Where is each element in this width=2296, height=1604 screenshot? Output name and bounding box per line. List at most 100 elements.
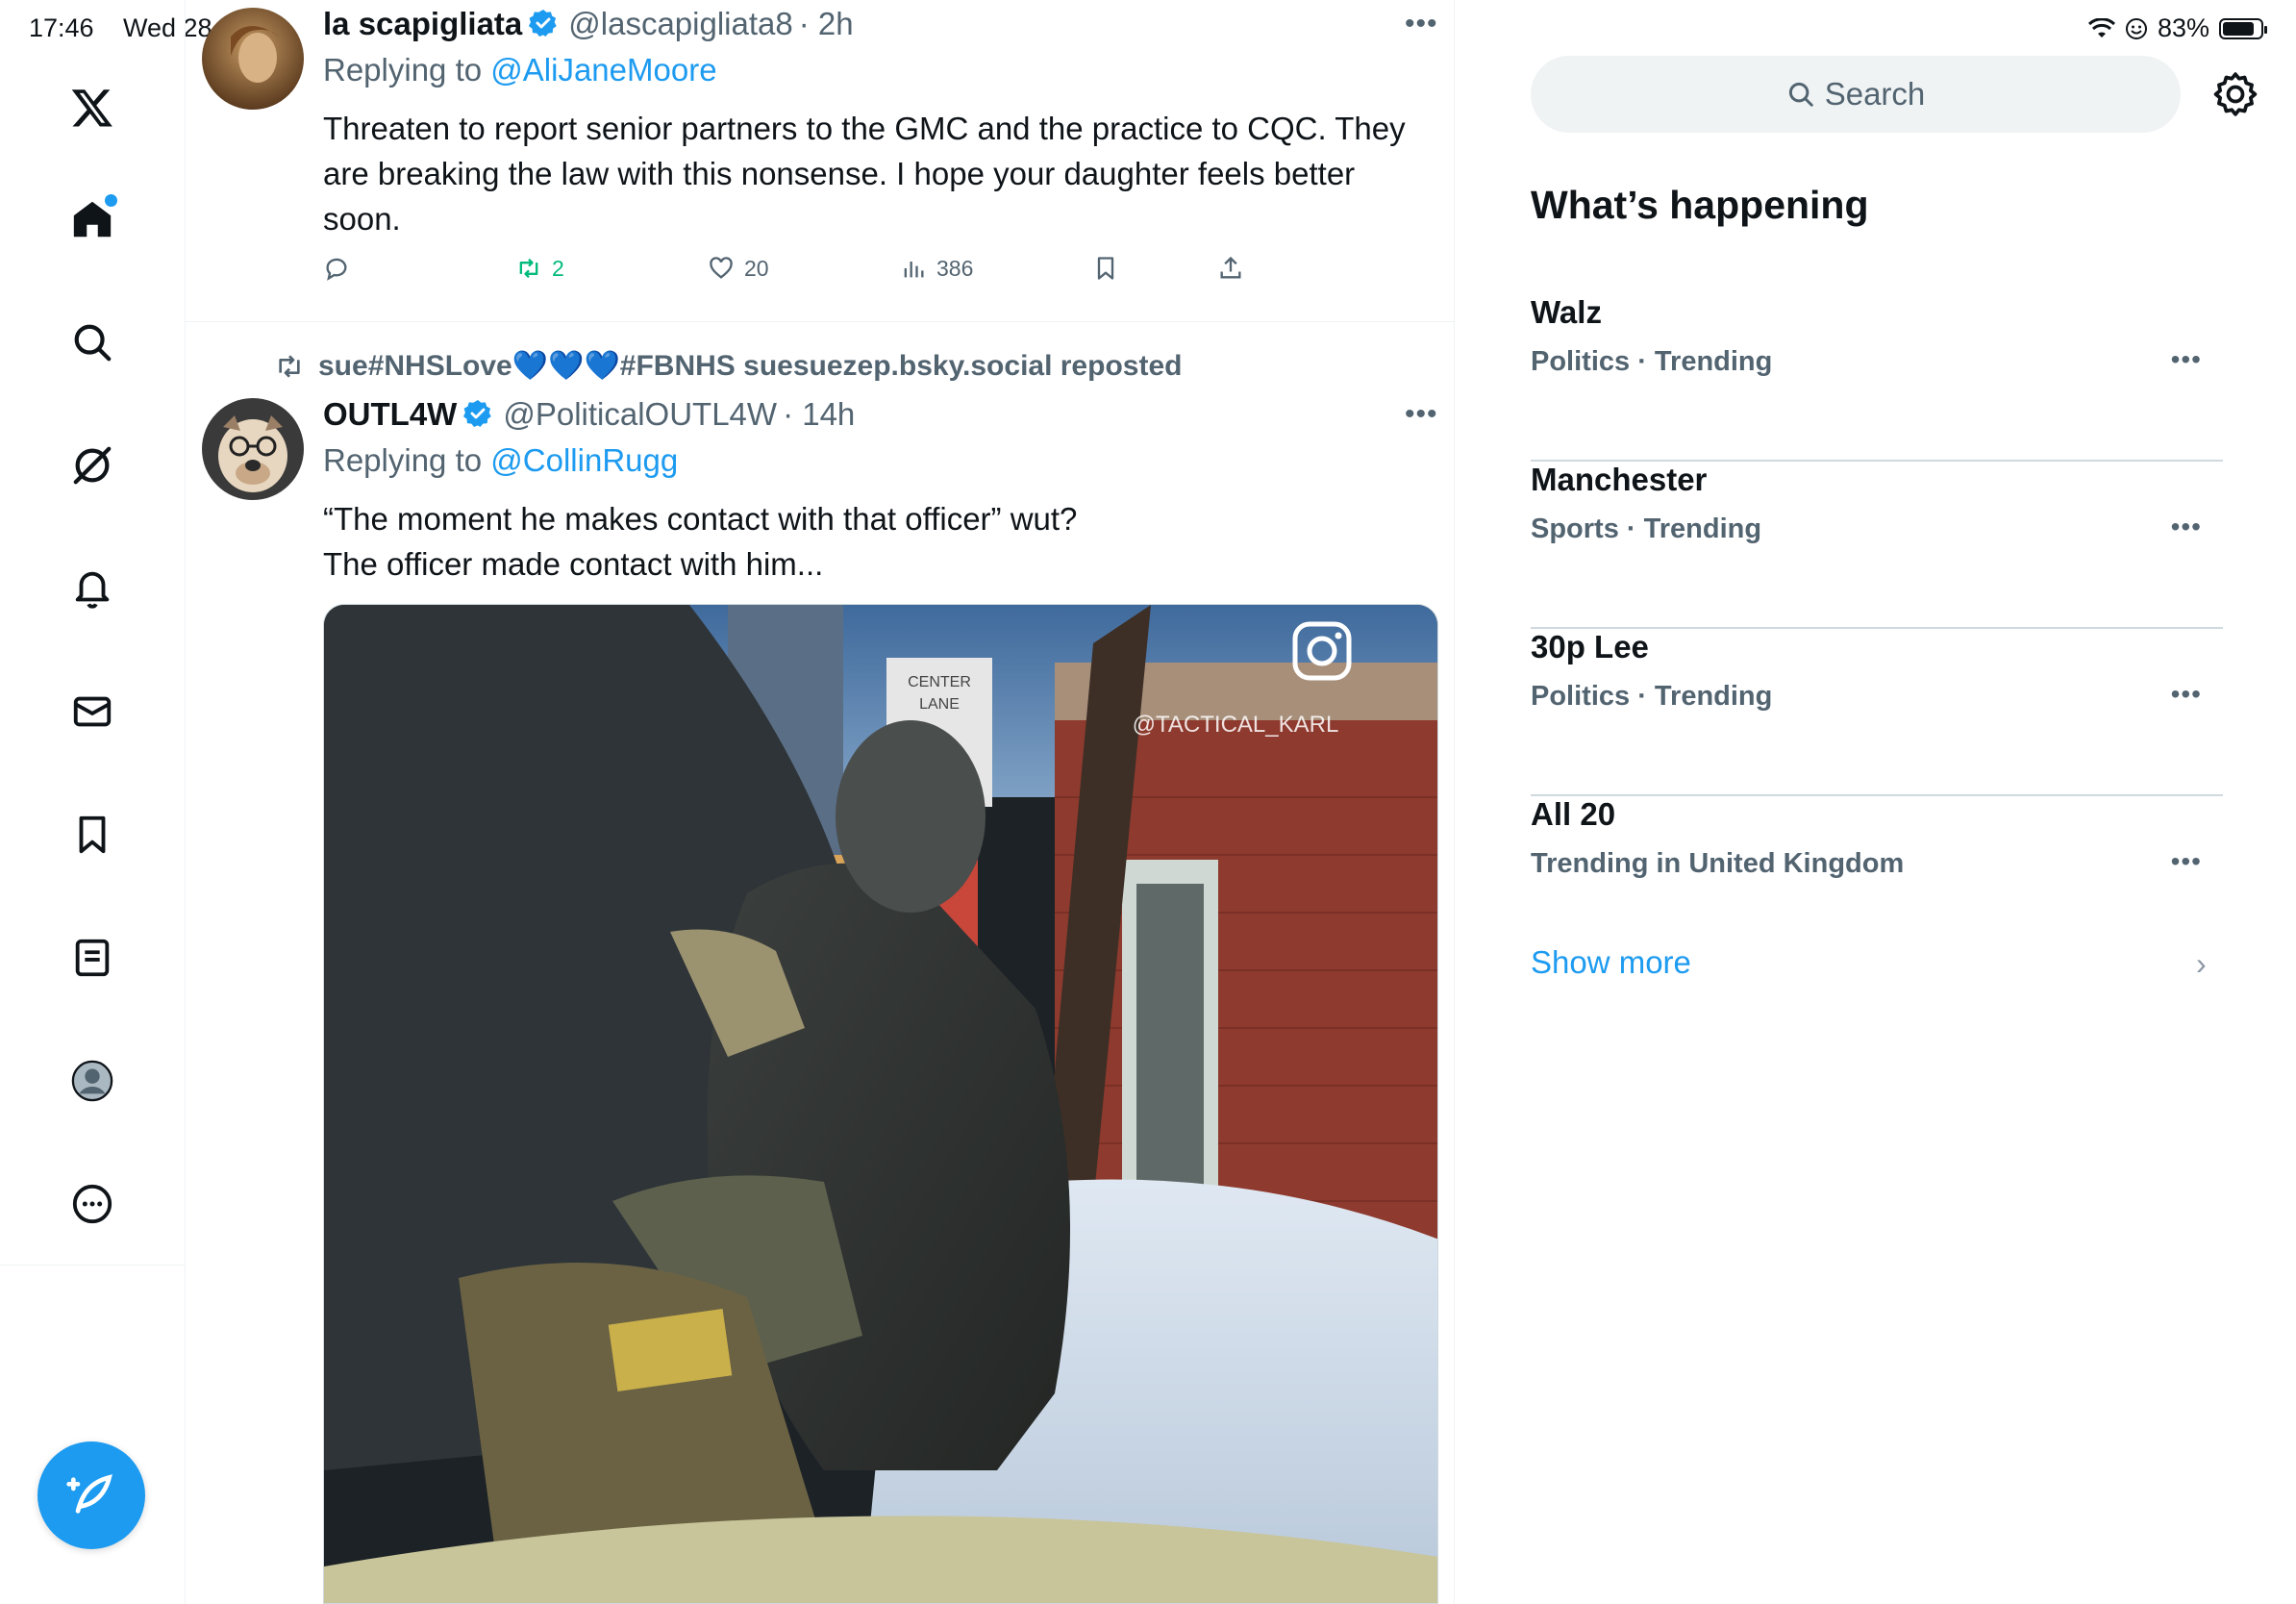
like-button[interactable]: 20 <box>708 255 769 282</box>
search-icon <box>1788 82 1813 107</box>
replying-to-link[interactable]: @CollinRugg <box>490 442 678 478</box>
tweet-more-button[interactable]: ••• <box>1405 8 1438 40</box>
compose-post-button[interactable] <box>37 1441 145 1549</box>
tweet-video[interactable]: CENTER LANE @TACTICAL_KARL <box>323 604 1438 1604</box>
bookmark-icon <box>1097 257 1114 280</box>
lists-icon <box>75 939 110 977</box>
trend-item[interactable]: Manchester Sports · Trending ••• <box>1531 462 2223 629</box>
nav-more[interactable] <box>62 1173 123 1235</box>
replying-to-link[interactable]: @AliJaneMoore <box>490 52 716 88</box>
trend-name[interactable]: 30p Lee <box>1531 629 1649 665</box>
tweet-text: Threaten to report senior partners to th… <box>323 111 1406 237</box>
x-logo-icon[interactable] <box>62 77 123 138</box>
wifi-icon <box>2087 17 2115 38</box>
trend-more-button[interactable]: ••• <box>2171 512 2202 542</box>
trend-name[interactable]: All 20 <box>1531 796 1615 833</box>
nav-search[interactable] <box>62 312 123 373</box>
tweet-time[interactable]: · 14h <box>783 396 855 432</box>
focus-icon <box>2125 17 2147 39</box>
settings-button[interactable] <box>2211 70 2259 118</box>
nav-divider <box>0 1265 186 1266</box>
nav-bookmarks[interactable] <box>62 804 123 865</box>
view-count: 386 <box>936 255 974 281</box>
trend-item[interactable]: All 20 Trending in United Kingdom ••• <box>1531 796 2223 902</box>
sign-text: CENTER <box>908 674 971 690</box>
search-placeholder[interactable]: Search <box>1825 76 1926 113</box>
tweet-author[interactable]: OUTL4W @PoliticalOUTL4W · 14h <box>323 396 855 433</box>
author-name[interactable]: OUTL4W <box>323 396 457 432</box>
notification-dot <box>105 194 117 207</box>
bell-icon <box>75 571 110 609</box>
replying-to: Replying to @AliJaneMoore <box>323 52 717 88</box>
left-navigation <box>0 0 186 1604</box>
replying-prefix: Replying to <box>323 442 483 478</box>
tweet-text: “The moment he makes contact with that o… <box>323 496 1419 587</box>
replying-to: Replying to @CollinRugg <box>323 442 678 479</box>
nav-grok[interactable] <box>62 435 123 496</box>
verified-badge-icon <box>529 10 557 37</box>
share-icon <box>1220 256 1241 279</box>
search-bar[interactable]: Search <box>1531 56 2181 133</box>
battery-icon <box>2219 17 2267 39</box>
reply-icon <box>326 258 347 281</box>
nav-lists[interactable] <box>62 927 123 989</box>
trend-more-button[interactable]: ••• <box>2171 679 2202 710</box>
trend-meta: Sports · Trending <box>1531 514 1762 544</box>
timeline-feed: la scapigliata @lascapigliata8 · 2h ••• Re… <box>186 0 1455 1604</box>
reposted-by-text[interactable]: sue#NHSLove💙💙💙#FBNHS suesuezep.bsky.soci… <box>318 349 1182 383</box>
tweet-more-button[interactable]: ••• <box>1405 398 1438 431</box>
sign-text: LANE <box>919 696 960 713</box>
grok-icon <box>73 446 112 485</box>
author-handle[interactable]: @PoliticalOUTL4W <box>503 396 777 432</box>
nav-profile[interactable] <box>62 1050 123 1112</box>
trend-name[interactable]: Manchester <box>1531 462 1707 498</box>
trend-name[interactable]: Walz <box>1531 294 1602 331</box>
gear-icon <box>2213 72 2258 116</box>
reply-button[interactable] <box>323 255 350 282</box>
more-circle-icon <box>72 1184 112 1224</box>
nav-messages[interactable] <box>62 681 123 742</box>
trend-meta: Politics · Trending <box>1531 681 1773 712</box>
tweet-time[interactable]: · 2h <box>799 6 854 41</box>
repost-icon <box>279 354 300 378</box>
author-name[interactable]: la scapigliata <box>323 6 522 41</box>
like-count: 20 <box>744 255 769 281</box>
avatar[interactable] <box>202 8 304 110</box>
show-more-link[interactable]: Show more <box>1531 944 1691 981</box>
trend-more-button[interactable]: ••• <box>2171 344 2202 375</box>
status-indicators: 83% <box>2087 13 2267 43</box>
nav-notifications[interactable] <box>62 558 123 619</box>
repost-count: 2 <box>552 255 564 281</box>
search-icon <box>74 324 112 362</box>
tweet-author[interactable]: la scapigliata @lascapigliata8 · 2h <box>323 6 854 42</box>
nav-home[interactable] <box>62 188 123 250</box>
tweet-actions: 2 20 386 <box>323 255 1285 293</box>
bookmark-icon <box>79 815 106 854</box>
replying-prefix: Replying to <box>323 52 483 88</box>
tweet-text-line: The officer made contact with him... <box>323 546 824 582</box>
battery-percent: 83% <box>2157 13 2209 42</box>
feather-plus-icon <box>66 1474 112 1514</box>
analytics-icon <box>904 262 924 278</box>
trend-item[interactable]: 30p Lee Politics · Trending ••• <box>1531 629 2223 796</box>
tweet-text-line: “The moment he makes contact with that o… <box>323 501 1078 537</box>
heart-icon <box>710 257 733 279</box>
reposted-by[interactable]: sue#NHSLove💙💙💙#FBNHS suesuezep.bsky.soci… <box>274 349 1182 383</box>
trend-meta: Trending in United Kingdom <box>1531 848 1905 879</box>
avatar[interactable] <box>202 398 304 500</box>
trend-meta: Politics · Trending <box>1531 346 1773 377</box>
repost-icon <box>519 258 538 279</box>
mail-icon <box>73 696 112 727</box>
trend-item[interactable]: Walz Politics · Trending ••• <box>1531 294 2223 462</box>
whats-happening-title: What’s happening <box>1531 183 1869 227</box>
verified-badge-icon <box>463 400 492 427</box>
repost-button[interactable]: 2 <box>515 255 564 282</box>
video-watermark: @TACTICAL_KARL <box>1133 712 1339 738</box>
bookmark-button[interactable] <box>1092 255 1119 282</box>
views-button[interactable]: 386 <box>900 255 973 282</box>
tweet-divider <box>186 321 1455 322</box>
trend-more-button[interactable]: ••• <box>2171 846 2202 877</box>
author-handle[interactable]: @lascapigliata8 <box>568 6 792 41</box>
profile-avatar-icon <box>71 1060 113 1102</box>
share-button[interactable] <box>1217 255 1244 282</box>
